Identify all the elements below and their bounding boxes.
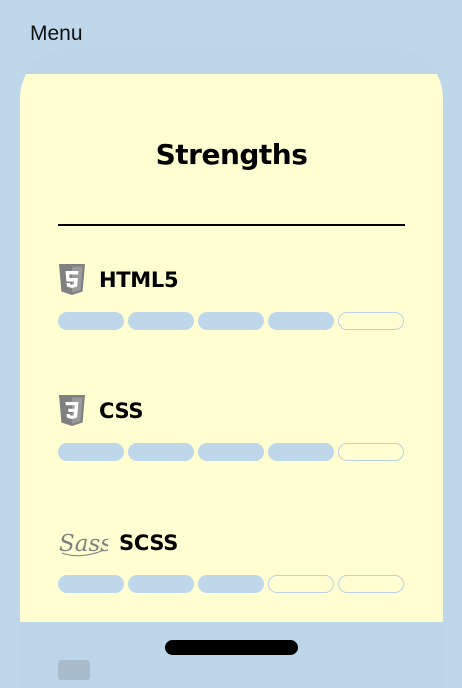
skill-level-bar <box>58 575 405 593</box>
level-segment-empty <box>268 575 334 593</box>
level-segment-empty <box>338 312 404 330</box>
sass-icon: Sass <box>58 525 110 561</box>
level-segment-filled <box>58 312 124 330</box>
title-divider <box>58 224 405 226</box>
level-segment-filled <box>198 443 264 461</box>
phone-frame: Strengths HTML5 CSS Sass SCSS <box>20 48 443 688</box>
skill-level-bar <box>58 443 405 461</box>
html5-icon <box>58 262 90 298</box>
level-segment-filled <box>128 312 194 330</box>
skill-level-bar <box>58 312 405 330</box>
skill-item-html5: HTML5 <box>58 262 405 330</box>
css3-icon <box>58 393 90 429</box>
menu-link[interactable]: Menu <box>30 22 83 46</box>
level-segment-filled <box>268 443 334 461</box>
level-segment-empty <box>338 443 404 461</box>
svg-text:Sass: Sass <box>59 531 108 557</box>
skill-item-css: CSS <box>58 393 405 461</box>
level-segment-filled <box>198 312 264 330</box>
level-segment-filled <box>268 312 334 330</box>
level-segment-filled <box>198 575 264 593</box>
level-segment-filled <box>128 443 194 461</box>
home-indicator <box>165 640 298 655</box>
skill-name: SCSS <box>119 531 179 555</box>
level-segment-filled <box>128 575 194 593</box>
level-segment-filled <box>58 443 124 461</box>
skill-name: HTML5 <box>99 268 179 292</box>
skill-name: CSS <box>99 399 144 423</box>
strengths-card: Strengths HTML5 CSS Sass SCSS <box>20 74 443 622</box>
section-title: Strengths <box>155 138 308 171</box>
skill-item-scss: Sass SCSS <box>58 525 405 593</box>
level-segment-empty <box>338 575 404 593</box>
level-segment-filled <box>58 575 124 593</box>
next-skill-icon <box>58 660 90 680</box>
